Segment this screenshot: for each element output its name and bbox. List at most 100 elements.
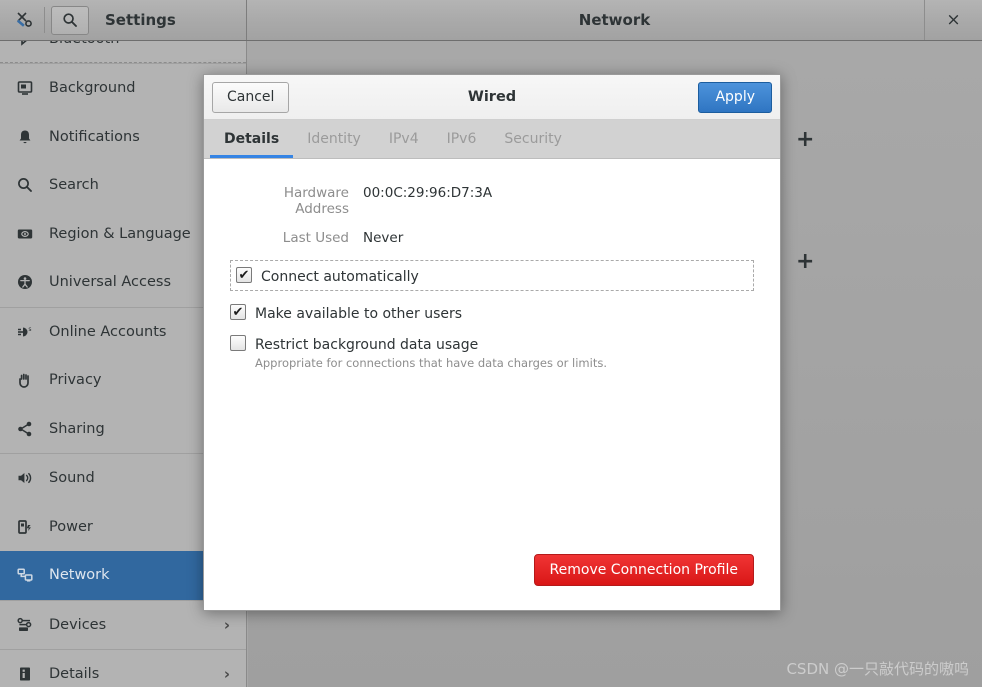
sound-icon [16,469,46,487]
network-icon [16,566,46,584]
notifications-icon [19,130,31,143]
close-window-button[interactable]: × [924,0,982,40]
add-connection-button-1[interactable]: + [796,129,814,151]
sidebar-item-label: Online Accounts [49,323,167,340]
remove-connection-profile-button[interactable]: Remove Connection Profile [533,554,754,586]
sidebar-item-bluetooth[interactable]: Bluetooth [0,41,246,63]
chevron-right-icon: › [223,665,230,684]
close-icon: × [946,10,961,30]
option-title: Restrict background data usage [255,337,479,353]
sidebar-item-label: Devices [49,616,107,633]
checkbox-restrict-background-data-usage[interactable]: ✔ [230,335,246,351]
titlebar-center-section: Network × [247,0,982,40]
background-icon [16,79,46,97]
tab-ipv4[interactable]: IPv4 [375,120,433,158]
dialog-title: Wired [467,89,517,105]
detail-value: Never [363,230,404,246]
detail-label: Last Used [282,230,349,246]
dialog-body: Hardware Address 00:0C:29:96:D7:3A Last Us… [204,159,780,610]
option-row[interactable]: ✔ Restrict background data usage Appropria… [230,328,754,376]
svg-text:s: s [28,326,31,333]
details-icon [16,665,46,683]
option-subtitle: Appropriate for connections that have da… [255,356,607,370]
bluetooth-icon [21,41,27,46]
online-accounts-icon: s [18,326,32,337]
privacy-icon [16,371,46,389]
detail-row: Hardware Address 00:0C:29:96:D7:3A [230,185,754,217]
option-row[interactable]: ✔ Connect automatically [230,260,754,291]
screen-root: Settings Network × Bluetooth Background No… [0,0,982,687]
option-title: Make available to other users [255,306,463,322]
cancel-button[interactable]: Cancel [212,81,290,113]
detail-label: Hardware Address [283,185,349,217]
watermark: CSDN @一只敲代码的嗷呜 [786,660,969,678]
devices-icon [17,617,32,631]
sidebar-item-label: Sound [49,470,95,487]
tab-label: IPv6 [446,131,477,147]
tab-label: Security [504,131,562,147]
dialog-header: Cancel Wired Apply [204,75,780,120]
tab-details[interactable]: Details [210,120,294,158]
privacy-icon [19,373,29,389]
region-language-icon [17,229,33,239]
tab-label: Details [224,131,280,147]
sidebar-item-label: Search [49,177,99,194]
network-icon [17,568,33,582]
option-text: Make available to other users [255,303,462,322]
tab-security[interactable]: Security [490,120,576,158]
sidebar-item-label: Power [49,518,93,535]
detail-row: Last Used Never [230,230,754,246]
checkbox-make-available-to-other-users[interactable]: ✔ [230,304,246,320]
sidebar-item-label: Privacy [49,372,102,389]
sidebar-item-label: Bluetooth [49,41,119,47]
window-title: Network [578,11,651,29]
tools-icon[interactable] [8,5,42,35]
sidebar-item-label: Universal Access [49,274,172,291]
universal-access-icon [16,273,46,291]
details-icon [20,667,30,681]
checkbox-connect-automatically[interactable]: ✔ [236,267,252,283]
universal-access-icon [18,275,32,290]
sidebar-item-label: Notifications [49,128,140,145]
sharing-icon [16,420,46,438]
detail-value: 00:0C:29:96:D7:3A [363,185,493,201]
dialog-tabbar[interactable]: Details Identity IPv4 IPv6 Security [204,120,780,159]
option-text: Restrict background data usage Appropriat… [255,334,607,370]
add-connection-button-2[interactable]: + [796,251,814,273]
titlebar-left-section: Settings [0,0,247,40]
option-text: Connect automatically [261,266,419,285]
sidebar-item-label: Network [49,567,110,584]
apply-button[interactable]: Apply [698,81,772,113]
window-titlebar: Settings Network × [0,0,982,41]
search-icon [63,13,77,27]
sharing-icon [18,421,32,437]
option-title: Connect automatically [261,269,419,285]
details-options: ✔ Connect automatically ✔ Make available to… [230,260,754,376]
online-accounts-icon: s [16,323,46,341]
sidebar-item-label: Sharing [49,420,105,437]
sidebar-item-details[interactable]: Details › [0,650,246,687]
app-title: Settings [105,11,176,29]
power-icon [18,519,31,534]
search-button[interactable] [51,5,89,35]
devices-icon [16,616,46,634]
option-row[interactable]: ✔ Make available to other users [230,297,754,328]
tab-label: Identity [307,131,361,147]
search-icon [18,178,32,193]
bluetooth-icon [16,41,46,48]
search-icon [16,176,46,194]
sound-icon [18,473,32,484]
tab-identity[interactable]: Identity [293,120,375,158]
tab-ipv6[interactable]: IPv6 [433,120,491,158]
wired-connection-dialog: Cancel Wired Apply Details Identity IPv4 IP… [203,74,781,611]
details-fields: Hardware Address 00:0C:29:96:D7:3A Last Us… [230,185,754,246]
sidebar-item-label: Details [49,666,100,683]
sidebar-item-label: Region & Language [49,225,191,242]
region-language-icon [16,225,46,243]
power-icon [16,518,46,536]
notifications-icon [16,128,46,146]
background-icon [17,81,33,96]
tab-label: IPv4 [388,131,419,147]
sidebar-item-label: Background [49,80,136,97]
chevron-right-icon: › [223,615,230,634]
